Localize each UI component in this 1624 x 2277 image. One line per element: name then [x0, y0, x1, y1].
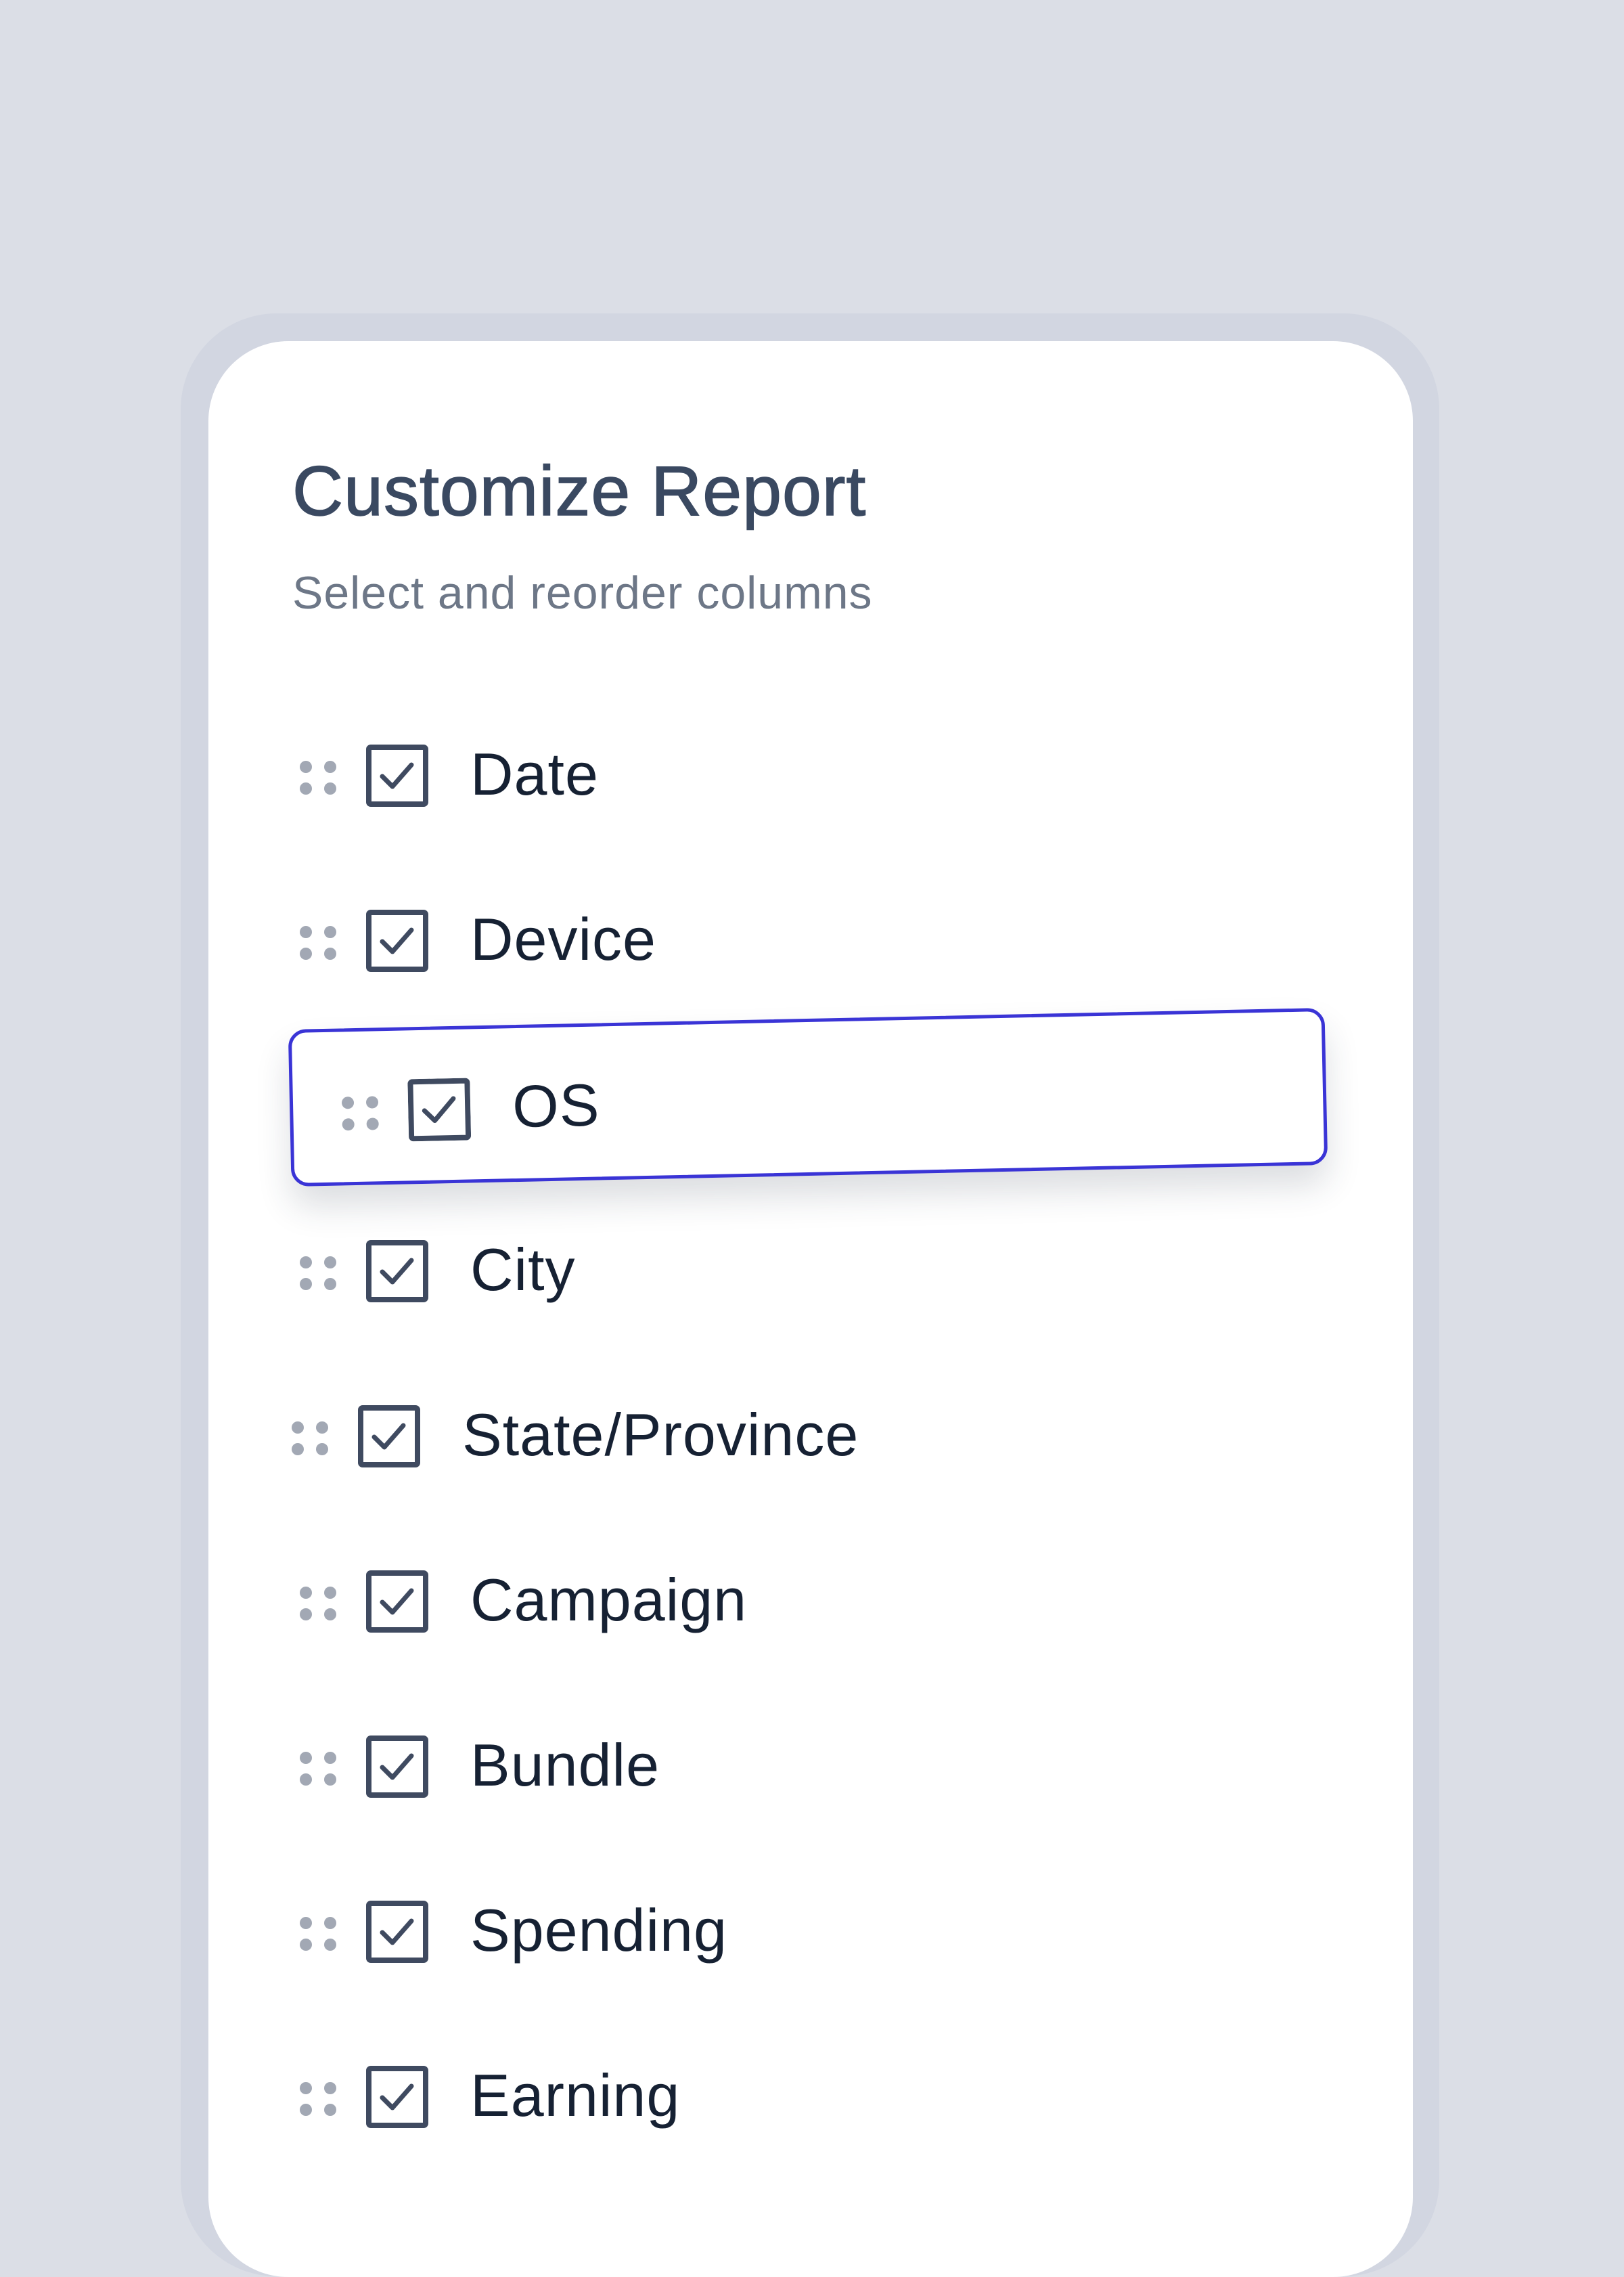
column-label: State/Province — [462, 1401, 859, 1468]
checkbox-checked-icon[interactable] — [366, 745, 428, 807]
page-title: Customize Report — [292, 451, 867, 531]
checkbox-checked-icon[interactable] — [366, 2066, 428, 2128]
column-label: Earning — [470, 2062, 681, 2129]
drag-handle-icon[interactable] — [298, 923, 338, 963]
column-label: Campaign — [470, 1566, 748, 1633]
drag-handle-icon[interactable] — [298, 1749, 338, 1788]
customize-report-card — [208, 341, 1413, 2277]
checkbox-checked-icon[interactable] — [358, 1405, 420, 1467]
checkbox-checked-icon[interactable] — [366, 1240, 428, 1302]
checkbox-checked-icon[interactable] — [366, 910, 428, 972]
drag-handle-icon[interactable] — [298, 1254, 338, 1293]
column-label: Bundle — [470, 1731, 660, 1798]
checkbox-checked-icon[interactable] — [407, 1078, 472, 1142]
checkbox-checked-icon[interactable] — [366, 1901, 428, 1963]
drag-handle-icon[interactable] — [340, 1093, 380, 1133]
column-item-os[interactable]: OS — [340, 1069, 600, 1151]
column-label: Device — [470, 906, 656, 973]
drag-handle-icon[interactable] — [298, 758, 338, 797]
column-label: Spending — [470, 1897, 727, 1964]
checkbox-checked-icon[interactable] — [366, 1736, 428, 1798]
drag-handle-icon[interactable] — [298, 1584, 338, 1623]
checkbox-checked-icon[interactable] — [366, 1570, 428, 1633]
drag-handle-icon[interactable] — [298, 1914, 338, 1953]
column-label: Date — [470, 740, 599, 808]
dragged-column-item-os[interactable]: OS — [288, 1007, 1328, 1187]
drag-handle-icon[interactable] — [298, 2079, 338, 2119]
column-label: City — [470, 1236, 576, 1303]
page-subtitle: Select and reorder columns — [292, 567, 873, 619]
drag-handle-icon[interactable] — [290, 1419, 330, 1458]
column-label: OS — [512, 1071, 601, 1141]
